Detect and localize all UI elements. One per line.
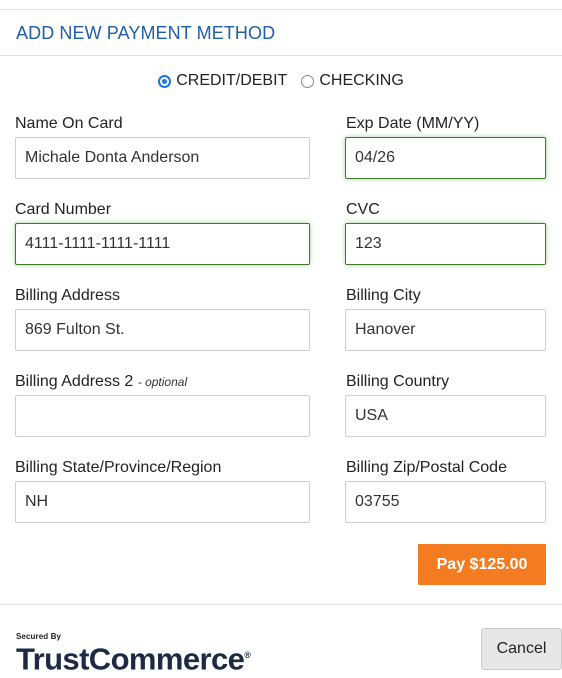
name-on-card-input[interactable]: Michale Donta Anderson: [15, 137, 310, 179]
dialog-title: ADD NEW PAYMENT METHOD: [16, 23, 276, 43]
card-number-label: Card Number: [15, 201, 112, 218]
exp-date-label: Exp Date (MM/YY): [346, 115, 480, 132]
brand-name: TrustCommerce: [16, 641, 245, 677]
exp-date-input[interactable]: 04/26: [345, 137, 546, 179]
billing-address-input[interactable]: 869 Fulton St.: [15, 309, 310, 351]
billing-address2-input[interactable]: [15, 395, 310, 437]
billing-state-label: Billing State/Province/Region: [15, 459, 222, 476]
billing-country-label: Billing Country: [346, 373, 450, 390]
radio-checked-icon[interactable]: [158, 74, 172, 88]
billing-country-select[interactable]: USA: [345, 395, 546, 437]
dialog-header: ADD NEW PAYMENT METHOD: [0, 10, 562, 56]
cancel-button[interactable]: Cancel: [481, 628, 562, 670]
billing-city-label: Billing City: [346, 287, 421, 304]
billing-address2-label-group: Billing Address 2 - optional: [15, 373, 187, 391]
brand-name-group: TrustCommerce®: [16, 639, 251, 677]
billing-state-input[interactable]: NH: [15, 481, 310, 523]
card-number-input[interactable]: 4111-1111-1111-1111: [15, 223, 310, 265]
name-on-card-label: Name On Card: [15, 115, 123, 132]
trustcommerce-logo: Secured By TrustCommerce®: [16, 632, 251, 677]
billing-city-input[interactable]: Hanover: [345, 309, 546, 351]
pay-button[interactable]: Pay $125.00: [418, 544, 546, 585]
optional-note: - optional: [137, 375, 188, 389]
payment-type-checking-label: CHECKING: [319, 72, 404, 89]
payment-type-checking[interactable]: CHECKING: [301, 72, 404, 90]
billing-zip-input[interactable]: 03755: [345, 481, 546, 523]
payment-type-credit-debit-label: CREDIT/DEBIT: [176, 72, 288, 89]
footer-divider: [0, 604, 562, 605]
billing-zip-label: Billing Zip/Postal Code: [346, 459, 507, 476]
cvc-input[interactable]: 123: [345, 223, 546, 265]
billing-address-label: Billing Address: [15, 287, 120, 304]
payment-type-credit-debit[interactable]: CREDIT/DEBIT: [158, 72, 287, 90]
radio-unchecked-icon[interactable]: [301, 74, 315, 88]
payment-type-group: CREDIT/DEBIT CHECKING: [0, 71, 562, 91]
cvc-label: CVC: [346, 201, 380, 218]
registered-mark: ®: [244, 650, 251, 660]
billing-address2-label: Billing Address 2: [15, 373, 134, 390]
